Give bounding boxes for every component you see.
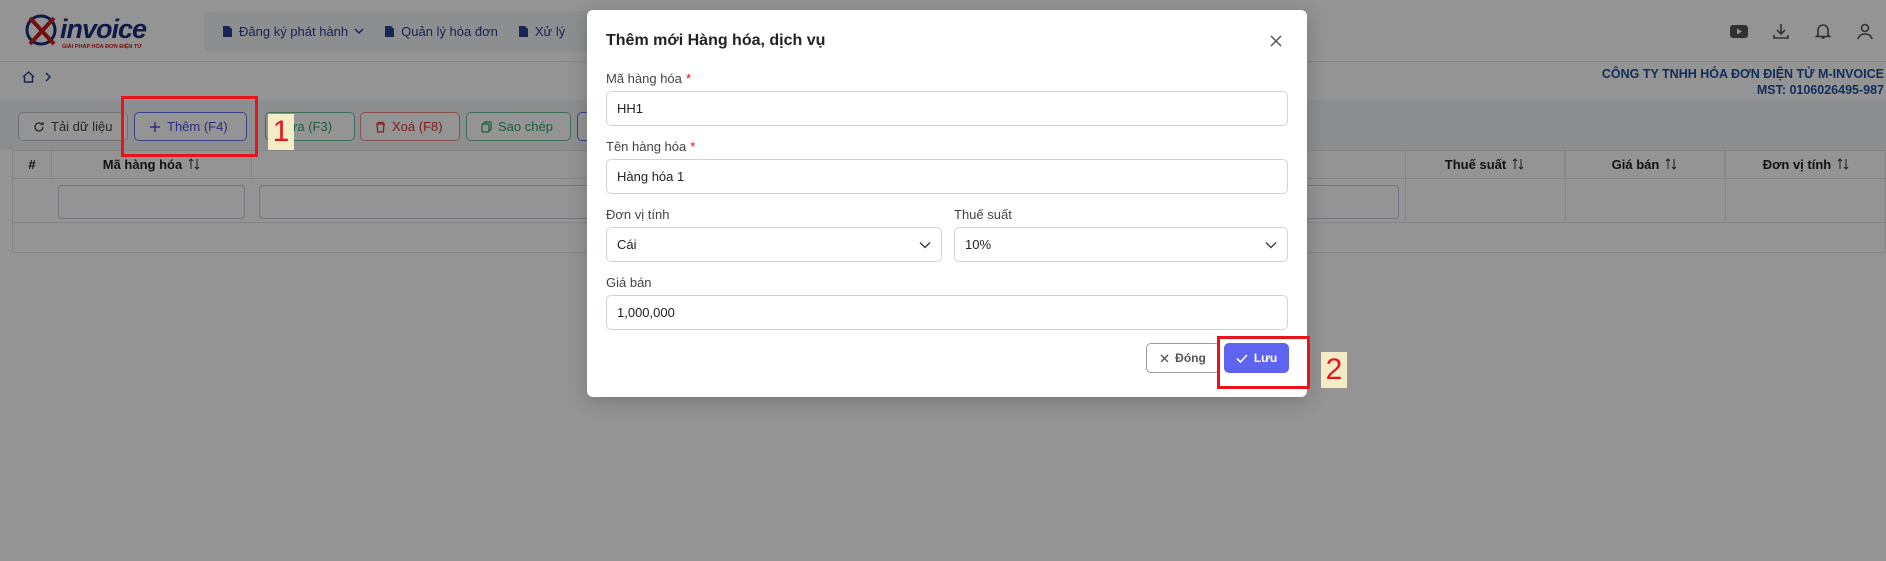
required-mark: * [690,139,696,154]
code-label: Mã hàng hóa * [606,71,691,86]
annotation-number-2: 2 [1321,352,1347,388]
price-input[interactable]: 1,000,000 [606,295,1288,330]
tax-label: Thuế suất [954,207,1012,222]
annotation-number-1: 1 [268,114,294,150]
add-goods-dialog: Thêm mới Hàng hóa, dịch vụ Mã hàng hóa * … [587,10,1307,397]
unit-label: Đơn vị tính [606,207,670,222]
name-label: Tên hàng hóa * [606,139,696,154]
annotation-box-2 [1217,336,1310,389]
code-input[interactable]: HH1 [606,91,1288,126]
close-icon[interactable] [1265,30,1287,52]
price-label: Giá bán [606,275,652,290]
dialog-title: Thêm mới Hàng hóa, dịch vụ [606,32,826,49]
close-icon [1160,354,1169,362]
tax-select[interactable]: 10% [954,227,1288,262]
annotation-box-1 [121,96,258,157]
required-mark: * [685,71,691,86]
unit-select[interactable]: Cái [606,227,942,262]
chevron-down-icon [919,241,931,249]
name-input[interactable]: Hàng hóa 1 [606,159,1288,194]
chevron-down-icon [1265,241,1277,249]
close-button[interactable]: Đóng [1146,343,1220,373]
